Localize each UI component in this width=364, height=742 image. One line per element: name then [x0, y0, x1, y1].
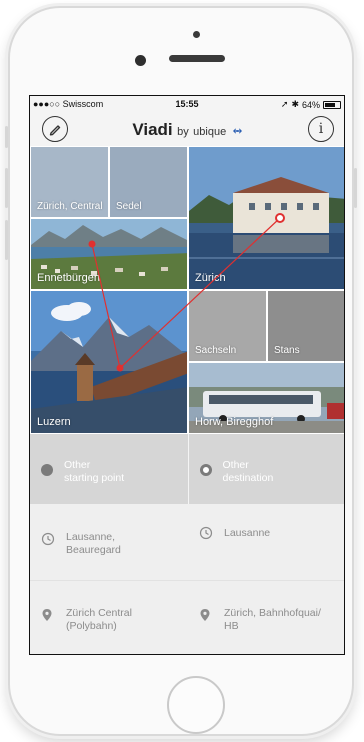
- recent-item-lausanne[interactable]: Lausanne: [188, 504, 344, 580]
- other-destination-button[interactable]: Other destination: [188, 434, 344, 504]
- recent-line-1: Lausanne,: [66, 531, 116, 543]
- tile-stans[interactable]: Stans: [267, 290, 344, 362]
- other-destination-line-2: destination: [222, 472, 274, 484]
- other-start-label: Other starting point: [64, 459, 124, 485]
- volume-down-button: [5, 220, 8, 260]
- recent-label: Lausanne: [224, 527, 270, 540]
- hotel-photo: [189, 147, 344, 289]
- volume-up-button: [5, 168, 8, 208]
- tile-label: Zürich: [195, 272, 226, 284]
- tile-label: Luzern: [37, 416, 71, 428]
- tile-horw[interactable]: Horw, Biregghof: [188, 362, 344, 434]
- recent-line-2: (Polybahn): [66, 620, 117, 632]
- brand-title: Viadi by ubique: [30, 120, 344, 140]
- home-button[interactable]: [167, 676, 225, 734]
- other-destination-line-1: Other: [222, 459, 249, 471]
- recent-line-2: HB: [224, 620, 239, 632]
- status-bar: ●●●○○ Swisscom 15:55 ➚ ✱ 64%: [30, 96, 344, 112]
- app-screen: ●●●○○ Swisscom 15:55 ➚ ✱ 64% Viadi by ub…: [29, 95, 345, 655]
- power-button: [354, 168, 357, 208]
- recent-places: Lausanne, Beauregard Lausanne Zürich Cen…: [30, 504, 344, 654]
- tile-zurich[interactable]: Zürich: [188, 146, 344, 290]
- brand-by: by: [177, 126, 189, 138]
- location-pin-icon: [42, 609, 52, 621]
- clock-icon: [41, 532, 55, 546]
- battery-icon: [323, 100, 341, 109]
- other-starting-point-button[interactable]: Other starting point: [30, 434, 189, 504]
- action-row: Other starting point Other destination: [30, 434, 344, 504]
- recent-item-zurich-bahnhofquai[interactable]: Zürich, Bahnhofquai/ HB: [188, 580, 344, 654]
- recent-item-lausanne-beauregard[interactable]: Lausanne, Beauregard: [30, 504, 188, 580]
- location-arrow-icon: ➚: [280, 99, 289, 109]
- info-icon: i: [318, 121, 324, 137]
- tile-ennetburgen[interactable]: Ennetbürgen: [30, 218, 188, 290]
- location-pin-icon: [200, 609, 210, 621]
- mute-switch: [5, 126, 8, 148]
- tile-label: Sachseln: [195, 345, 237, 356]
- ubique-logo-icon: [232, 128, 242, 134]
- tile-label: Stans: [274, 345, 300, 356]
- earpiece-speaker: [169, 55, 225, 62]
- clock-icon: [199, 526, 213, 540]
- info-button[interactable]: i: [308, 116, 334, 142]
- recent-label: Zürich Central (Polybahn): [66, 607, 132, 633]
- tile-label: Zürich, Central: [37, 201, 103, 212]
- tile-sachseln[interactable]: Sachseln: [188, 290, 267, 362]
- bluetooth-icon: ✱: [291, 99, 299, 109]
- recent-line-1: Lausanne: [224, 527, 271, 539]
- tile-label: Sedel: [116, 201, 142, 212]
- other-start-line-1: Other: [64, 459, 91, 471]
- nav-bar: Viadi by ubique i: [30, 112, 344, 146]
- recent-label: Zürich, Bahnhofquai/ HB: [224, 607, 321, 633]
- other-start-line-2: starting point: [64, 472, 125, 484]
- tile-label: Ennetbürgen: [37, 272, 100, 284]
- destination-ring-icon: [199, 464, 212, 476]
- destination-grid: Zürich, Central Sedel Ennetbürgen Zürich…: [30, 146, 344, 434]
- other-destination-label: Other destination: [223, 459, 274, 485]
- tile-zurich-central[interactable]: Zürich, Central: [30, 146, 109, 218]
- front-camera: [135, 55, 146, 66]
- recent-line-2: Beauregard: [66, 544, 121, 556]
- tile-sedel[interactable]: Sedel: [109, 146, 188, 218]
- luzern-photo: [31, 291, 187, 433]
- start-dot-icon: [41, 464, 53, 476]
- battery-percent: 64%: [301, 99, 320, 110]
- app-name: Viadi: [132, 120, 173, 139]
- recent-label: Lausanne, Beauregard: [66, 531, 121, 557]
- tile-label: Horw, Biregghof: [195, 416, 274, 428]
- status-right: ➚ ✱ 64%: [281, 99, 341, 110]
- company-name: ubique: [193, 126, 227, 138]
- recent-line-1: Zürich Central: [66, 607, 132, 619]
- tile-luzern[interactable]: Luzern: [30, 290, 188, 434]
- recent-item-zurich-central-polybahn[interactable]: Zürich Central (Polybahn): [30, 580, 188, 654]
- proximity-sensor: [193, 31, 200, 38]
- recent-line-1: Zürich, Bahnhofquai/: [224, 607, 321, 619]
